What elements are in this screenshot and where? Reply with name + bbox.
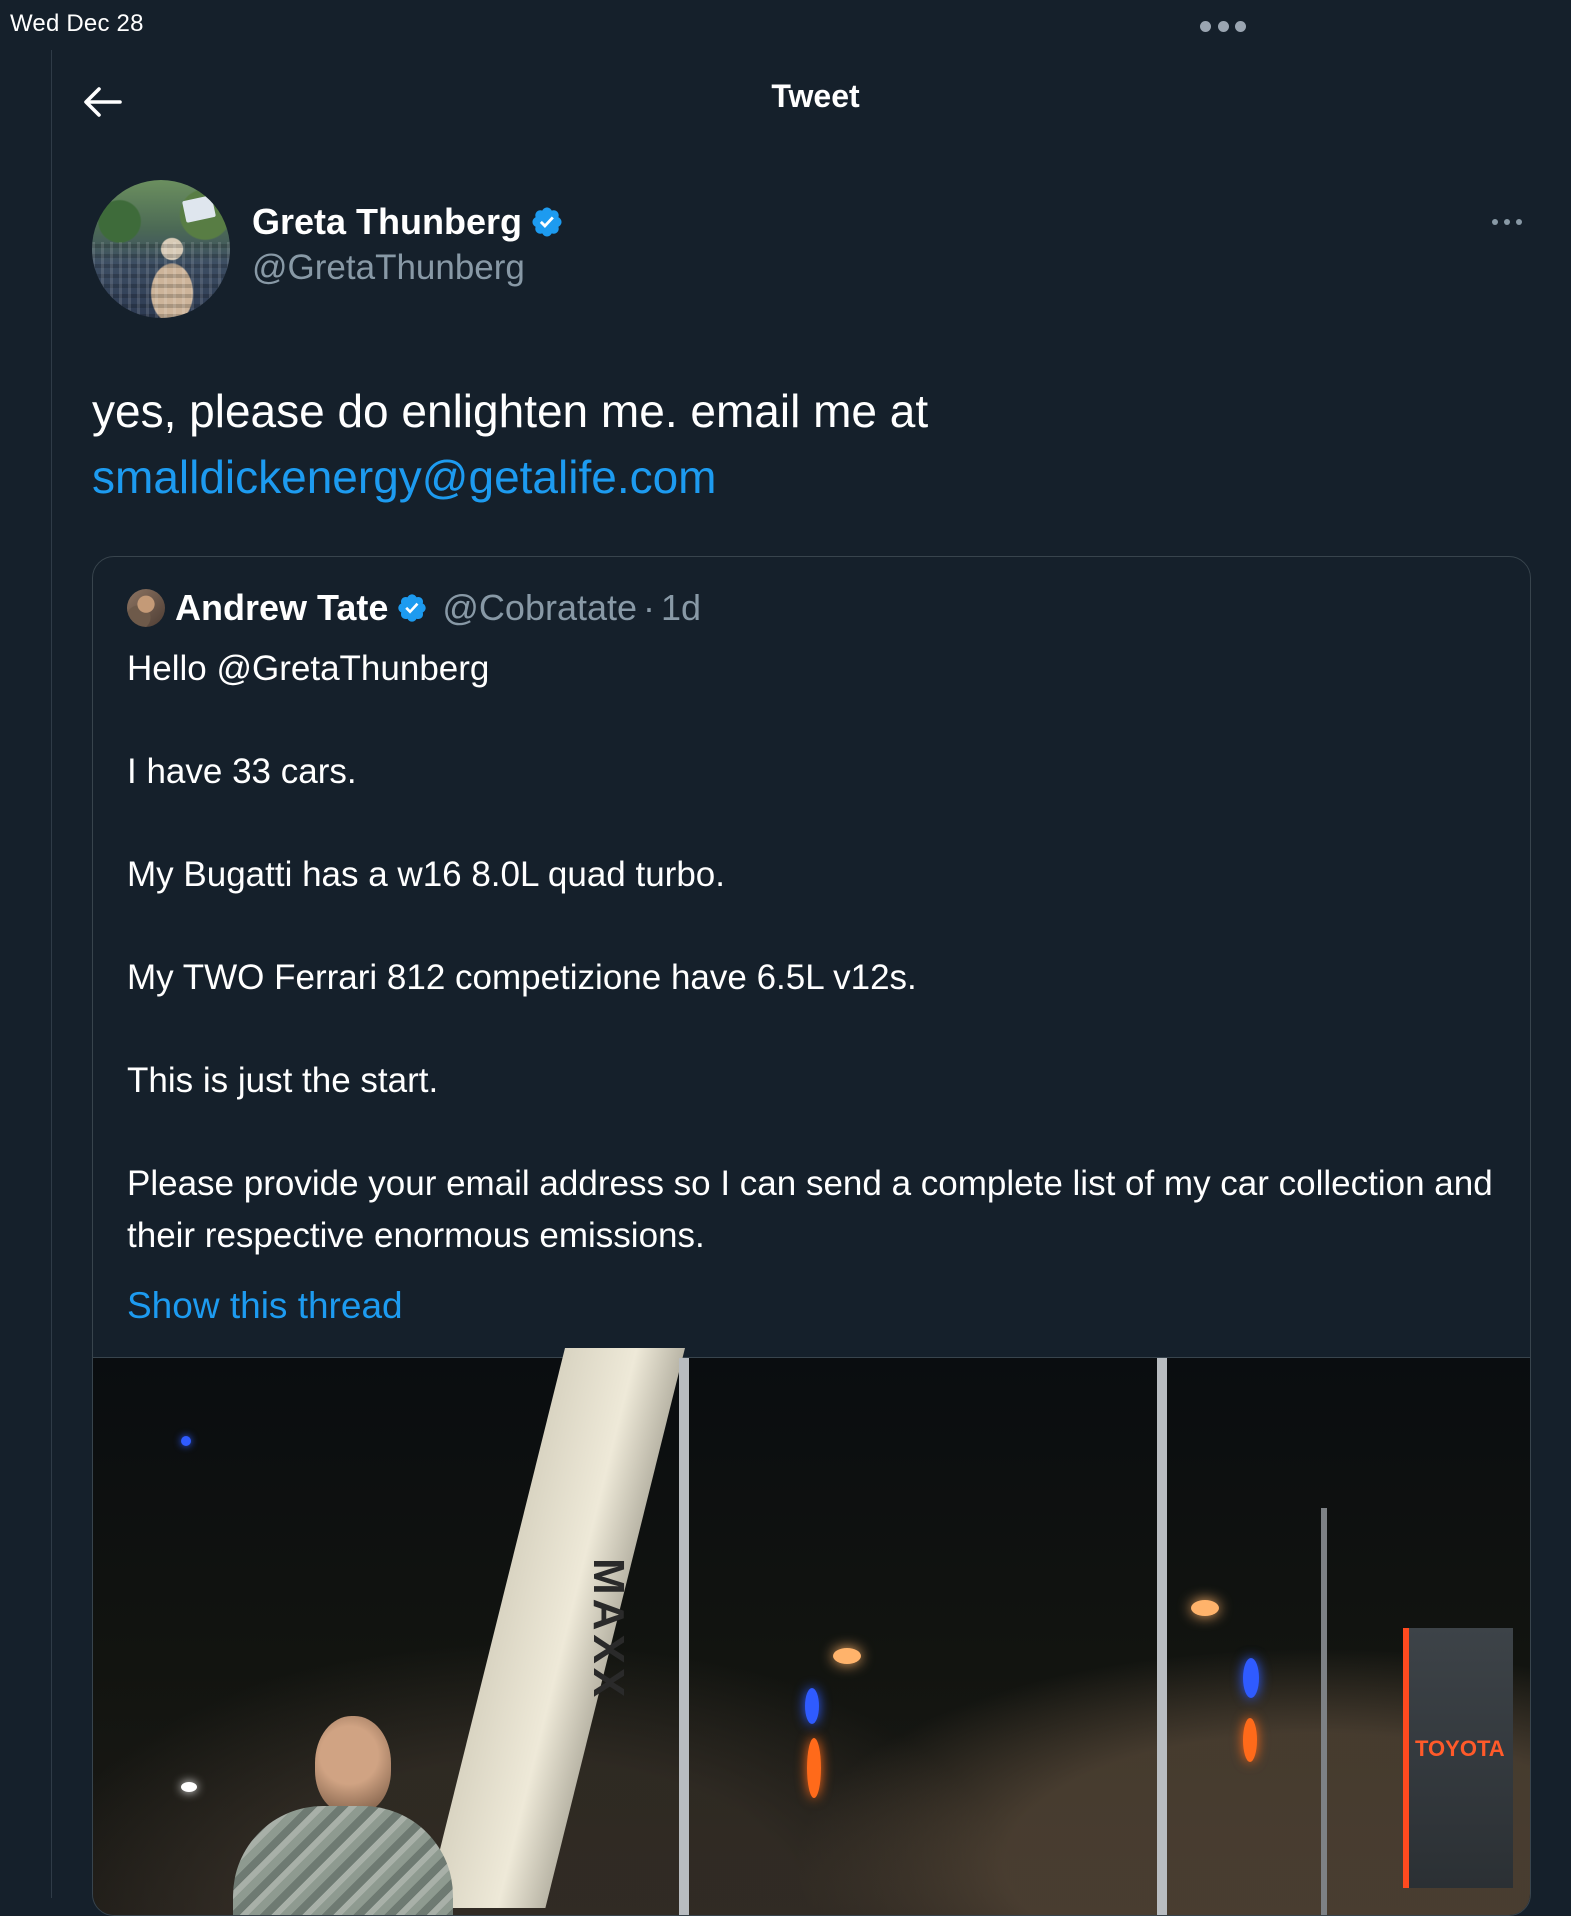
quoted-tweet-image[interactable]: MAXX TOYOTA — [93, 1348, 1530, 1915]
quoted-tweet-header: Andrew Tate @Cobratate · 1d — [127, 589, 701, 627]
author-handle[interactable]: @GretaThunberg — [252, 248, 564, 288]
street-light — [807, 1738, 821, 1798]
status-time: Wed Dec 28 — [10, 10, 144, 37]
media-pole — [679, 1358, 689, 1915]
street-light — [181, 1782, 197, 1792]
street-light — [181, 1436, 191, 1446]
quoted-tweet-card[interactable]: Andrew Tate @Cobratate · 1d Hello @Greta… — [92, 556, 1531, 1916]
dealership-sign-text: TOYOTA — [1415, 1736, 1505, 1761]
quoted-timestamp[interactable]: 1d — [661, 590, 701, 626]
more-options-icon[interactable] — [1492, 204, 1522, 240]
tweet-author-row: Greta Thunberg @GretaThunberg — [92, 180, 1532, 320]
top-navigation: Tweet — [52, 60, 1571, 138]
person-body — [233, 1806, 453, 1915]
person-head — [315, 1716, 391, 1814]
status-bar: Wed Dec 28 — [0, 0, 1571, 50]
email-link[interactable]: smalldickenergy@getalife.com — [92, 451, 717, 503]
street-light — [1243, 1718, 1257, 1762]
avatar[interactable] — [92, 180, 230, 318]
quoted-author-name[interactable]: Andrew Tate — [175, 590, 388, 626]
media-pole — [1321, 1508, 1327, 1915]
quoted-author-handle[interactable]: @Cobratate — [442, 590, 637, 626]
quoted-avatar[interactable] — [127, 589, 165, 627]
street-light — [805, 1688, 819, 1724]
author-names: Greta Thunberg @GretaThunberg — [252, 202, 564, 288]
quoted-paragraph: Hello @GretaThunberg — [127, 649, 490, 688]
street-light — [833, 1648, 861, 1664]
multitasking-dots-icon[interactable] — [1200, 20, 1246, 32]
verified-badge-icon — [398, 594, 427, 622]
verified-badge-icon — [532, 207, 562, 237]
page-title: Tweet — [771, 78, 860, 114]
column-divider — [51, 50, 52, 1898]
quoted-paragraph: I have 33 cars. — [127, 752, 357, 791]
quoted-paragraph: My TWO Ferrari 812 competizione have 6.5… — [127, 958, 917, 997]
quoted-tweet-body: Hello @GretaThunberg I have 33 cars. My … — [127, 643, 1507, 1262]
street-light — [1191, 1600, 1219, 1616]
media-banner-text: MAXX — [584, 1558, 633, 1702]
tweet-body-text: yes, please do enlighten me. email me at — [92, 385, 929, 437]
tweet-text: yes, please do enlighten me. email me at… — [92, 378, 1512, 510]
author-display-name[interactable]: Greta Thunberg — [252, 202, 522, 242]
show-thread-link[interactable]: Show this thread — [127, 1285, 403, 1327]
meta-separator: · — [643, 587, 656, 628]
quoted-paragraph: This is just the start. — [127, 1061, 439, 1100]
street-light — [1243, 1658, 1259, 1698]
author-display-name-row[interactable]: Greta Thunberg — [252, 202, 564, 242]
media-pole — [1157, 1358, 1167, 1915]
media-banner — [425, 1348, 685, 1908]
quoted-paragraph: My Bugatti has a w16 8.0L quad turbo. — [127, 855, 725, 894]
quoted-paragraph: Please provide your email address so I c… — [127, 1164, 1493, 1255]
